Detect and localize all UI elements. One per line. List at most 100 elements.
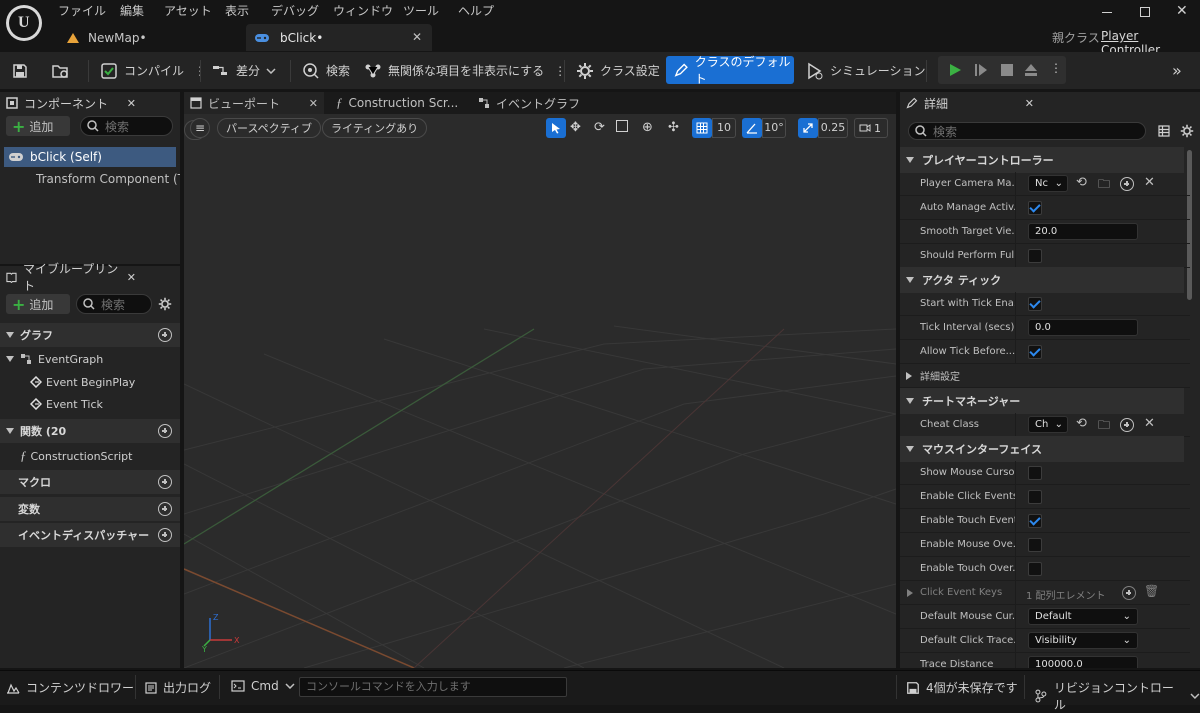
advanced-expander[interactable]: 詳細設定 <box>900 364 1190 388</box>
grid-snap-value[interactable]: 10 <box>712 118 736 138</box>
my-blueprint-search[interactable]: 検索 <box>76 294 152 314</box>
add-element-icon[interactable] <box>1122 586 1136 600</box>
cheat-class-dropdown[interactable]: Ch ⌄ <box>1028 416 1068 433</box>
cmd-dropdown[interactable]: Cmd <box>231 679 295 693</box>
select-mode-icon[interactable] <box>546 118 566 138</box>
scale-icon[interactable] <box>616 120 628 132</box>
grid-snap-toggle[interactable] <box>692 118 712 138</box>
world-space-icon[interactable]: ⊕ <box>642 120 653 135</box>
tab-bclick[interactable]: bClick• ✕ <box>246 24 432 51</box>
tab-viewport[interactable]: ビューポート ✕ <box>184 92 324 114</box>
clear-icon[interactable]: ✕ <box>1144 175 1155 190</box>
auto-manage-checkbox[interactable] <box>1028 201 1042 215</box>
perspective-button[interactable]: パースペクティブ <box>217 118 322 138</box>
details-search[interactable]: 検索 <box>908 122 1146 140</box>
category-graphs[interactable]: グラフ <box>0 323 180 347</box>
trace-distance-field[interactable]: 100000.0 <box>1028 656 1138 668</box>
unsaved-button[interactable]: 4個が未保存です <box>906 679 1018 696</box>
eject-icon[interactable] <box>1024 63 1038 77</box>
list-item-eventgraph[interactable]: EventGraph <box>0 348 180 370</box>
camera-speed-button[interactable]: 1 <box>854 118 888 138</box>
component-item-transform[interactable]: Transform Component (T <box>30 169 180 189</box>
play-icon[interactable] <box>948 63 962 77</box>
close-icon[interactable]: ✕ <box>1025 97 1034 110</box>
step-icon[interactable] <box>974 63 988 77</box>
stop-icon[interactable] <box>1000 63 1014 77</box>
output-log-button[interactable]: 出力ログ <box>145 679 211 696</box>
diff-button[interactable]: 差分 <box>212 52 276 89</box>
smooth-target-field[interactable]: 20.0 <box>1028 223 1138 240</box>
component-item-self[interactable]: bClick (Self) <box>4 147 176 167</box>
scale-snap-value[interactable]: 0.25 <box>818 118 848 138</box>
tab-newmap[interactable]: NewMap• <box>52 24 244 51</box>
menu-debug[interactable]: デバッグ <box>271 2 319 19</box>
toolbar-overflow-icon[interactable]: » <box>1172 61 1182 80</box>
scale-snap-toggle[interactable] <box>798 118 818 138</box>
add-component-button[interactable]: + 追加 <box>6 116 70 136</box>
use-selected-icon[interactable]: ⟲ <box>1076 175 1087 190</box>
use-selected-icon[interactable]: ⟲ <box>1076 416 1087 431</box>
menu-tools[interactable]: ツール <box>403 2 439 19</box>
touch-over-checkbox[interactable] <box>1028 562 1042 576</box>
browse-folder-icon[interactable]: 🗀 <box>1098 175 1110 196</box>
menu-help[interactable]: ヘルプ <box>458 2 494 19</box>
mouse-cursor-dropdown[interactable]: Default ⌄ <box>1028 608 1138 625</box>
hide-unrelated-button[interactable]: 無関係な項目を非表示にする ⋮ <box>364 52 566 89</box>
show-cursor-checkbox[interactable] <box>1028 466 1042 480</box>
console-input[interactable]: コンソールコマンドを入力します <box>299 677 567 697</box>
minimize-icon[interactable] <box>1100 4 1114 18</box>
section-player-controller[interactable]: プレイヤーコントローラー <box>900 147 1184 173</box>
window-close-icon[interactable]: ✕ <box>1176 3 1188 19</box>
category-dispatchers[interactable]: イベントディスパッチャー <box>0 523 180 547</box>
class-settings-button[interactable]: クラス設定 <box>576 52 660 89</box>
menu-edit[interactable]: 編集 <box>120 2 144 19</box>
menu-view[interactable]: 表示 <box>225 2 249 19</box>
section-actor-tick[interactable]: アクタ ティック <box>900 267 1184 293</box>
menu-window[interactable]: ウィンドウ <box>333 2 393 19</box>
save-button[interactable] <box>12 52 28 89</box>
surface-snap-icon[interactable]: ✣ <box>668 120 679 135</box>
class-defaults-button[interactable]: クラスのデフォルト <box>666 55 794 86</box>
close-icon[interactable]: ✕ <box>309 97 318 110</box>
list-item-event-tick[interactable]: Event Tick <box>0 393 180 415</box>
add-function-icon[interactable] <box>158 424 172 438</box>
menu-file[interactable]: ファイル <box>58 2 106 19</box>
add-macro-icon[interactable] <box>158 475 172 489</box>
tab-my-blueprint[interactable]: マイブループリント ✕ <box>0 262 144 293</box>
unreal-logo-icon[interactable]: U <box>6 5 42 41</box>
browse-folder-icon[interactable]: 🗀 <box>1098 416 1110 437</box>
add-dispatcher-icon[interactable] <box>158 528 172 542</box>
mouse-over-checkbox[interactable] <box>1028 538 1042 552</box>
menu-asset[interactable]: アセット <box>164 2 212 19</box>
tab-construction-script[interactable]: ƒ Construction Scr... <box>336 92 474 114</box>
add-icon[interactable] <box>1120 418 1134 432</box>
viewport-canvas[interactable]: ≡ <box>184 114 896 668</box>
gear-icon[interactable] <box>158 297 172 311</box>
add-blueprint-item-button[interactable]: + 追加 <box>6 294 70 314</box>
click-trace-dropdown[interactable]: Visibility ⌄ <box>1028 632 1138 649</box>
chevron-right-icon[interactable] <box>907 589 913 597</box>
add-variable-icon[interactable] <box>158 502 172 516</box>
tab-components[interactable]: コンポーネント ✕ <box>0 92 144 114</box>
components-search[interactable]: 検索 <box>80 116 173 136</box>
revision-control-button[interactable]: リビジョンコントロール <box>1034 679 1200 713</box>
add-graph-icon[interactable] <box>158 328 172 342</box>
tab-event-graph[interactable]: イベントグラフ <box>478 92 608 114</box>
category-macros[interactable]: マクロ <box>0 470 180 494</box>
list-item-construction-script[interactable]: ƒ ConstructionScript <box>0 445 180 467</box>
lighting-button[interactable]: ライティングあり <box>322 118 428 138</box>
start-tick-checkbox[interactable] <box>1028 297 1042 311</box>
close-icon[interactable]: ✕ <box>127 97 136 110</box>
touch-events-checkbox[interactable] <box>1028 514 1042 528</box>
content-drawer-button[interactable]: コンテンツドロワー <box>6 679 134 696</box>
click-events-checkbox[interactable] <box>1028 490 1042 504</box>
play-options-icon[interactable]: ⋮ <box>1050 61 1062 75</box>
close-icon[interactable]: ✕ <box>127 271 136 284</box>
clear-icon[interactable]: ✕ <box>1144 416 1155 431</box>
browse-button[interactable] <box>52 52 70 89</box>
translate-icon[interactable]: ✥ <box>570 120 581 135</box>
find-button[interactable]: 検索 <box>302 52 350 89</box>
camera-manager-dropdown[interactable]: Nc ⌄ <box>1028 175 1068 192</box>
section-mouse-interface[interactable]: マウスインターフェイス <box>900 436 1184 462</box>
table-view-icon[interactable] <box>1158 125 1170 137</box>
